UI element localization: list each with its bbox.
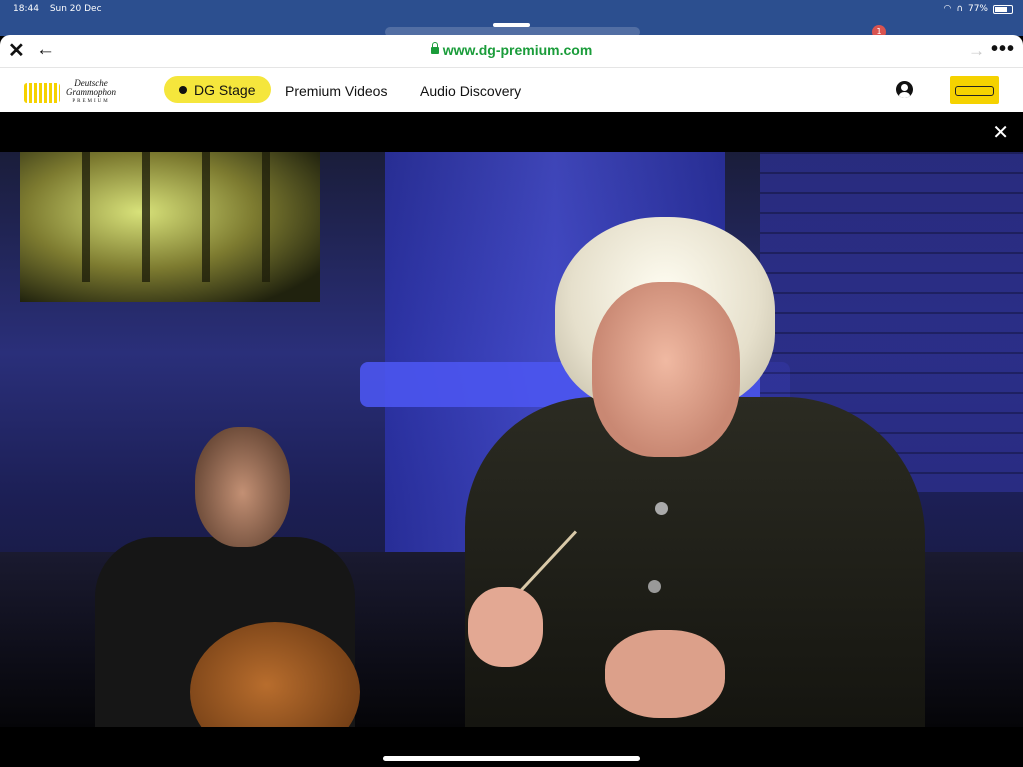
nav-dg-stage[interactable]: DG Stage — [164, 76, 272, 103]
address-bar[interactable]: www.dg-premium.com — [0, 42, 1023, 58]
status-right: ◠ ∩ 77% — [944, 4, 1013, 14]
url-text: www.dg-premium.com — [442, 42, 593, 58]
status-date: Sun 20 Dec — [49, 4, 102, 14]
headphones-icon: ∩ — [956, 4, 963, 14]
battery-level — [995, 6, 1007, 12]
logo-line-3: PREMIUM — [72, 99, 110, 104]
logo-mark-icon — [24, 82, 60, 103]
multitask-grabber[interactable] — [493, 23, 530, 27]
yellow-label-icon[interactable] — [950, 76, 999, 104]
lock-icon — [430, 42, 439, 54]
close-icon[interactable]: ✕ — [992, 123, 1009, 143]
status-bar: 18:44 Sun 20 Dec 1 ◠ ∩ 77% — [0, 0, 1023, 39]
video-left-hand — [468, 587, 543, 667]
nav-dg-stage-label: DG Stage — [194, 81, 256, 98]
nav-premium-videos[interactable]: Premium Videos — [285, 83, 387, 99]
forward-arrow-icon[interactable]: → — [968, 41, 985, 61]
video-jacket-button — [655, 502, 668, 515]
deutsche-grammophon-logo[interactable]: Deutsche Grammophon PREMIUM — [24, 79, 116, 106]
logo-wordmark: Deutsche Grammophon PREMIUM — [66, 79, 116, 106]
user-icon[interactable] — [896, 81, 913, 98]
video-player[interactable]: ✕ — [0, 112, 1023, 767]
video-cellist-head — [195, 427, 290, 547]
nav-audio-discovery[interactable]: Audio Discovery — [420, 83, 521, 99]
video-window-frame — [30, 152, 300, 282]
video-frame[interactable] — [0, 152, 1023, 727]
battery-percent: 77% — [967, 4, 988, 14]
video-conductor-face — [592, 282, 740, 457]
live-dot-icon — [179, 85, 187, 94]
status-time: 18:44 — [13, 4, 39, 14]
home-indicator[interactable] — [383, 756, 640, 761]
video-right-hand — [605, 630, 725, 718]
wifi-icon: ◠ — [943, 4, 952, 14]
browser-toolbar: ✕ ← www.dg-premium.com → ••• — [0, 35, 1023, 68]
logo-line-2: Grammophon — [66, 87, 117, 97]
more-icon[interactable]: ••• — [991, 38, 1015, 61]
battery-icon — [993, 4, 1013, 14]
status-left: 18:44 Sun 20 Dec — [13, 4, 110, 14]
video-jacket-button — [648, 580, 661, 593]
site-navigation: Deutsche Grammophon PREMIUM DG Stage Pre… — [0, 68, 1023, 112]
